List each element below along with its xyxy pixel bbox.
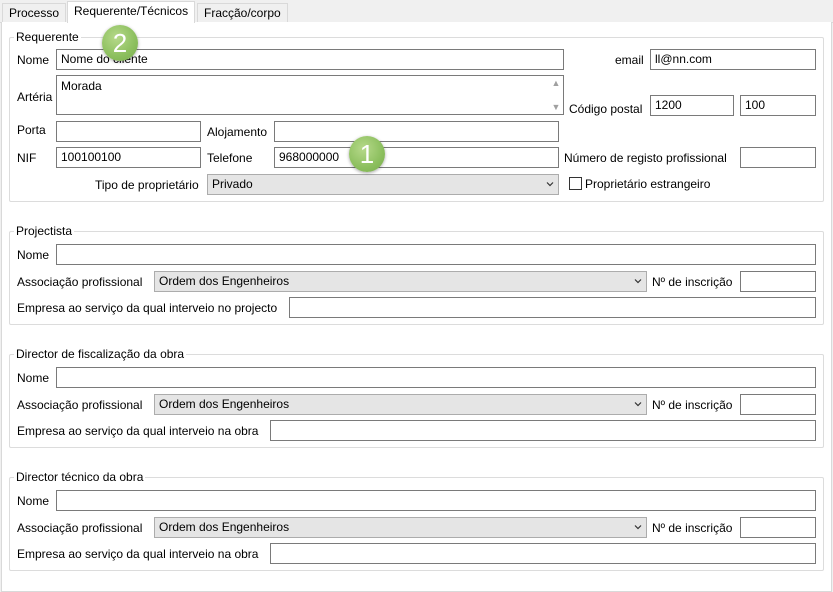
scroll-up-icon[interactable]: ▲ xyxy=(551,78,561,88)
email-label: email xyxy=(615,53,644,67)
requerente-legend: Requerente xyxy=(14,30,81,44)
projectista-nome-field[interactable] xyxy=(56,244,816,265)
tab-requerente-tecnicos[interactable]: Requerente/Técnicos xyxy=(67,1,196,23)
fiscalizacao-legend: Director de fiscalização da obra xyxy=(14,347,187,361)
tecnico-inscricao-label: Nº de inscrição xyxy=(652,521,733,535)
tecnico-nome-label: Nome xyxy=(17,494,50,508)
tecnico-assoc-select[interactable]: Ordem dos Engenheiros xyxy=(154,517,647,538)
projectista-inscricao-field[interactable] xyxy=(740,271,816,292)
tab-processo[interactable]: Processo xyxy=(2,3,67,23)
fiscalizacao-empresa-field[interactable] xyxy=(270,420,816,441)
fiscalizacao-inscricao-field[interactable] xyxy=(740,394,816,415)
projectista-assoc-value: Ordem dos Engenheiros xyxy=(159,274,290,288)
telefone-field[interactable]: 968000000 xyxy=(274,147,559,168)
tecnico-legend: Director técnico da obra xyxy=(14,470,146,484)
projectista-assoc-label: Associação profissional xyxy=(17,275,143,289)
codigo-postal-field-1[interactable]: 1200 xyxy=(650,95,734,116)
porta-field[interactable] xyxy=(56,121,201,142)
chevron-down-icon xyxy=(634,279,642,284)
projectista-legend: Projectista xyxy=(14,224,75,238)
tab-fraccao-corpo[interactable]: Fracção/corpo xyxy=(197,3,288,23)
projectista-nome-label: Nome xyxy=(17,248,50,262)
proprietario-estrangeiro-checkbox[interactable] xyxy=(569,177,582,190)
projectista-empresa-label: Empresa ao serviço da qual interveio no … xyxy=(17,301,278,315)
tecnico-nome-field[interactable] xyxy=(56,490,816,511)
step-badge-1: 1 xyxy=(349,136,385,172)
arteria-textarea[interactable]: Morada ▲ ▼ xyxy=(56,75,564,115)
nif-label: NIF xyxy=(17,151,37,165)
arteria-value: Morada xyxy=(61,79,102,93)
registo-profissional-label: Número de registo profissional xyxy=(564,151,727,165)
codigo-postal-label: Código postal xyxy=(569,102,643,116)
tecnico-inscricao-field[interactable] xyxy=(740,517,816,538)
tecnico-empresa-label: Empresa ao serviço da qual interveio na … xyxy=(17,547,259,561)
chevron-down-icon xyxy=(546,182,554,187)
telefone-label: Telefone xyxy=(207,151,253,165)
tipo-proprietario-value: Privado xyxy=(212,177,253,191)
proprietario-estrangeiro-label: Proprietário estrangeiro xyxy=(585,177,711,191)
step-badge-2: 2 xyxy=(102,25,138,61)
registo-profissional-field[interactable] xyxy=(740,147,816,168)
projectista-empresa-field[interactable] xyxy=(289,297,816,318)
fiscalizacao-nome-label: Nome xyxy=(17,371,50,385)
alojamento-label: Alojamento xyxy=(207,125,268,139)
tecnico-assoc-label: Associação profissional xyxy=(17,521,143,535)
chevron-down-icon xyxy=(634,525,642,530)
codigo-postal-field-2[interactable]: 100 xyxy=(740,95,816,116)
fiscalizacao-assoc-select[interactable]: Ordem dos Engenheiros xyxy=(154,394,647,415)
fiscalizacao-assoc-label: Associação profissional xyxy=(17,398,143,412)
chevron-down-icon xyxy=(634,402,642,407)
fiscalizacao-empresa-label: Empresa ao serviço da qual interveio na … xyxy=(17,424,259,438)
tipo-proprietario-label: Tipo de proprietário xyxy=(95,178,199,192)
projectista-assoc-select[interactable]: Ordem dos Engenheiros xyxy=(154,271,647,292)
tecnico-assoc-value: Ordem dos Engenheiros xyxy=(159,520,290,534)
fiscalizacao-nome-field[interactable] xyxy=(56,367,816,388)
alojamento-field[interactable] xyxy=(274,121,559,142)
porta-label: Porta xyxy=(17,123,46,137)
scroll-down-icon[interactable]: ▼ xyxy=(551,102,561,112)
fiscalizacao-assoc-value: Ordem dos Engenheiros xyxy=(159,397,290,411)
nif-field[interactable]: 100100100 xyxy=(56,147,201,168)
fiscalizacao-inscricao-label: Nº de inscrição xyxy=(652,398,733,412)
projectista-inscricao-label: Nº de inscrição xyxy=(652,275,733,289)
arteria-label: Artéria xyxy=(17,90,53,104)
tipo-proprietario-select[interactable]: Privado xyxy=(207,174,559,195)
nome-label: Nome xyxy=(17,53,50,67)
email-field[interactable]: ll@nn.com xyxy=(650,49,816,70)
tecnico-empresa-field[interactable] xyxy=(270,543,816,564)
